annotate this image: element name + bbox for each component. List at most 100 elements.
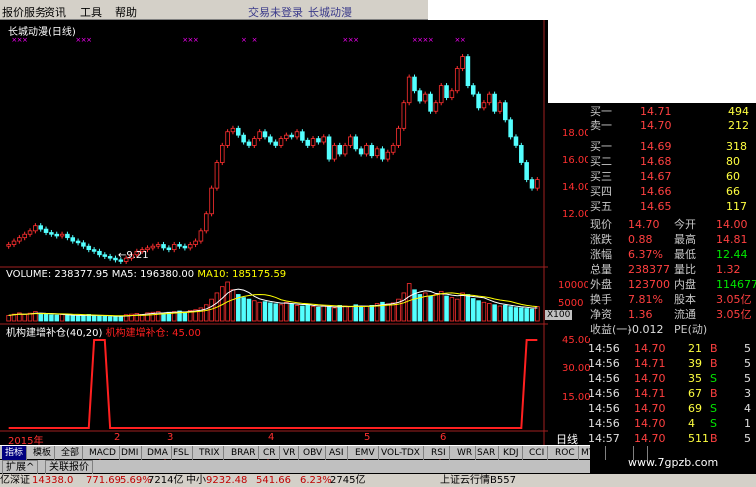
indicator-tab[interactable]: DMI [118,446,143,460]
ma5-label: MA5: 196380.00 [111,269,195,280]
stat-row[interactable]: 换手 7.81% 股本 3.05亿 [588,293,756,307]
low-annotation: ←9.21 [118,250,149,261]
menu-tools[interactable]: 工具 [80,4,102,19]
month-label: 6 [440,432,447,443]
ask-row[interactable]: 卖一 14.70 212 [588,119,756,133]
candle [396,127,401,146]
candle [182,245,188,249]
quote-level-label: 买一 [590,105,612,118]
bid-row[interactable]: 买五 14.65 117 [588,200,756,214]
candle [150,245,156,249]
tick-price: 14.70 [634,432,666,445]
stat-row[interactable]: 收益(一) -0.012 PE(动) [588,323,756,337]
indicator-tab[interactable]: BRAR [228,446,260,460]
indicator-tab[interactable]: DMA [144,446,172,460]
bid-row[interactable]: 买三 14.67 60 [588,170,756,184]
indicator-tab[interactable]: CCI [526,446,549,460]
status-item: 6.23% [300,475,332,486]
stat-row[interactable]: 现价 14.70 今开 14.00 [588,218,756,232]
tick-time: 14:56 [588,387,620,400]
volume-bar [316,306,321,322]
sub-tab[interactable]: 扩展^ [2,460,39,475]
status-item: 5.69% [120,475,152,486]
signal-marker: × [428,36,434,44]
indicator-tab[interactable]: MACD [86,446,120,460]
quote-volume: 117 [726,200,747,213]
candle [353,136,359,150]
bid-row[interactable]: 买一 14.69 318 [588,140,756,154]
menu-quote-service[interactable]: 报价服务 [2,4,46,19]
stat-value: 12.44 [716,248,748,261]
indicator-tab[interactable]: SAR [474,446,500,460]
menu-news[interactable]: 资讯 [44,4,66,19]
indicator-tab[interactable]: TRIX [196,446,224,460]
tick-row[interactable]: 14:56 14.71 39 B 5 [588,357,756,371]
indicator-legend: 机构建增补仓(40,20) 机构建增补仓: 45.00 [6,324,201,339]
volume-bar [81,314,86,322]
tick-row[interactable]: 14:56 14.70 4 S 1 [588,417,756,431]
indicator-tab[interactable]: OBV [300,446,327,460]
indicator-tab[interactable]: RSI [428,446,450,460]
candle [342,145,348,155]
stat-row[interactable]: 净资 1.36 流通 3.05亿 [588,308,756,322]
stat-value: -0.012 [628,323,664,336]
volume-bar [182,311,188,322]
quote-volume: 66 [726,185,740,198]
indicator-tab[interactable]: MTM [578,446,607,460]
candle [113,257,118,261]
tick-row[interactable]: 14:56 14.70 35 S 5 [588,372,756,386]
stat-value: 238377 [628,263,670,276]
indicator-tab[interactable]: FSL [170,446,193,460]
candle [508,119,513,138]
stat-label: 涨跌 [590,233,612,246]
bid-row[interactable]: 买二 14.68 80 [588,155,756,169]
stat-row[interactable]: 外盘 123700 内盘 114677 [588,278,756,292]
tick-volume: 21 [688,342,702,355]
sub-tab[interactable]: 关联报价 [45,460,93,475]
indicator-tab[interactable]: WR [454,446,477,460]
indicator-tab[interactable]: ASI [326,446,348,460]
kline-chart[interactable]: × × × × × × × × × × × × × × × × × × × × [0,20,548,460]
status-item: 中小 [186,475,206,486]
indicator-label: 机构建增补仓(40,20) [6,328,103,339]
indicator-tab[interactable]: VR [280,446,300,460]
candle [97,250,102,256]
volume-bar [337,304,343,322]
tick-direction: S [710,417,717,430]
indicator-tab[interactable]: ROC [552,446,579,460]
menu-help[interactable]: 帮助 [115,4,137,19]
indicator-tab[interactable]: 全部 [58,446,84,460]
indicator-tab[interactable]: KDJ [500,446,523,460]
tick-row[interactable]: 14:57 14.70 511 B 5 [588,432,756,446]
vol-tick: 10000 [558,280,590,291]
indicator-tab[interactable]: CR [260,446,280,460]
candle [246,141,252,146]
candle [294,131,300,138]
volume-bar [529,308,535,322]
candle [486,93,492,104]
volume-bar [70,315,76,322]
volume-bar [91,314,97,322]
tick-row[interactable]: 14:56 14.71 67 B 3 [588,387,756,401]
tick-row[interactable]: 14:56 14.70 21 B 5 [588,342,756,356]
indicator-tab[interactable]: EMV [352,446,379,460]
tick-direction: S [710,402,717,415]
indicator-tab[interactable]: 指标 [2,446,28,460]
stat-row[interactable]: 涨跌 0.88 最高 14.81 [588,233,756,247]
candle [380,148,385,160]
volume-bar [113,315,118,322]
tick-row[interactable]: 14:56 14.70 69 S 4 [588,402,756,416]
candle [535,179,540,189]
candle [268,136,273,143]
candle [209,187,214,215]
bid-row[interactable]: 买四 14.66 66 [588,185,756,199]
volume-bar [305,304,310,322]
status-item: 771.69 [86,475,121,486]
indicator-tab[interactable]: 模板 [30,446,56,460]
stat-row[interactable]: 涨幅 6.37% 最低 12.44 [588,248,756,262]
status-item: 上证云行情B557 [440,475,516,486]
ask-row[interactable]: 买一 14.71 494 [588,105,756,119]
candle [417,90,423,102]
stat-row[interactable]: 总量 238377 量比 1.32 [588,263,756,277]
indicator-tab[interactable]: VOL-TDX [378,446,424,460]
